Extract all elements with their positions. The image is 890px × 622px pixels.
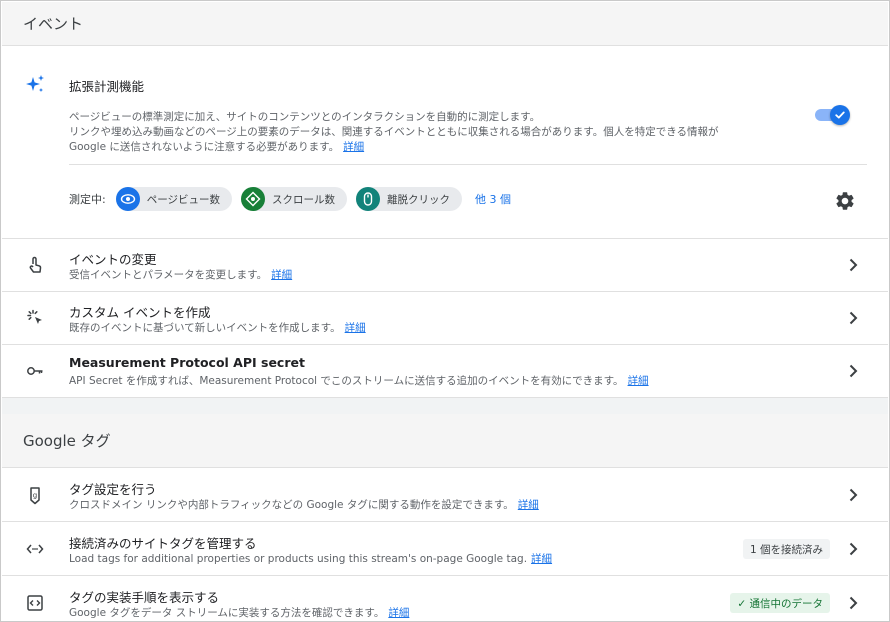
row-desc-text: 受信イベントとパラメータを変更します。 bbox=[69, 269, 268, 281]
chevron-right-icon bbox=[846, 488, 860, 502]
code-icon bbox=[24, 538, 46, 560]
chip-label: ページビュー数 bbox=[146, 193, 221, 206]
learn-more-link[interactable]: 詳細 bbox=[531, 553, 552, 565]
learn-more-link[interactable]: 詳細 bbox=[345, 322, 366, 334]
row-desc-text: API Secret を作成すれば、Measurement Protocol で… bbox=[69, 375, 624, 387]
tag-icon: g bbox=[24, 484, 46, 506]
chip-label: 離脱クリック bbox=[387, 193, 451, 206]
enhanced-learn-more-link[interactable]: 詳細 bbox=[343, 141, 364, 153]
check-icon bbox=[835, 111, 845, 119]
measuring-chips: 測定中: ページビュー数 スクロール数 離脱クリック 他 3 個 bbox=[69, 187, 511, 211]
sparkle-click-icon bbox=[24, 307, 46, 329]
events-section-header: イベント bbox=[2, 2, 888, 46]
row-title: イベントの変更 bbox=[69, 252, 157, 267]
row-desc-text: 既存のイベントに基づいて新しいイベントを作成します。 bbox=[69, 322, 341, 334]
gear-icon[interactable] bbox=[834, 190, 856, 212]
google-tag-section-header: Google タグ bbox=[2, 414, 888, 468]
chip-label: スクロール数 bbox=[272, 193, 336, 206]
row-title: タグ設定を行う bbox=[69, 482, 157, 497]
learn-more-link[interactable]: 詳細 bbox=[388, 607, 409, 619]
chip-outbound-clicks[interactable]: 離脱クリック bbox=[356, 187, 463, 211]
row-title: Measurement Protocol API secret bbox=[69, 355, 305, 370]
crosshair-icon bbox=[241, 187, 266, 211]
row-title: カスタム イベントを作成 bbox=[69, 305, 211, 320]
google-tag-section-title: Google タグ bbox=[23, 432, 111, 450]
chevron-right-icon bbox=[846, 258, 860, 272]
enhanced-desc-line1: ページビューの標準測定に加え、サイトのコンテンツとのインタラクションを自動的に測… bbox=[69, 111, 541, 123]
connected-count-badge: 1 個を接続済み bbox=[742, 539, 830, 559]
row-view-tag-instructions[interactable]: タグの実装手順を表示する Google タグをデータ ストリームに実装する方法を… bbox=[2, 576, 888, 621]
svg-text:g: g bbox=[33, 492, 37, 500]
sparkle-icon bbox=[24, 74, 46, 96]
chevron-right-icon bbox=[846, 364, 860, 378]
row-desc-text: Load tags for additional properties or p… bbox=[69, 553, 528, 565]
data-flowing-badge: ✓ 通信中のデータ bbox=[730, 593, 830, 613]
eye-icon bbox=[115, 187, 140, 211]
enhanced-measurement-title: 拡張計測機能 bbox=[69, 79, 145, 94]
chip-page-views[interactable]: ページビュー数 bbox=[115, 187, 233, 211]
row-desc: API Secret を作成すれば、Measurement Protocol で… bbox=[69, 373, 649, 388]
settings-panel: イベント 拡張計測機能 ページビューの標準測定に加え、サイトのコンテンツとのイン… bbox=[0, 0, 890, 622]
row-desc-text: クロスドメイン リンクや内部トラフィックなどの Google タグに関する動作を… bbox=[69, 499, 514, 511]
toggle-knob bbox=[830, 105, 850, 125]
row-desc: 既存のイベントに基づいて新しいイベントを作成します。 詳細 bbox=[69, 320, 366, 335]
row-measurement-protocol-secret[interactable]: Measurement Protocol API secret API Secr… bbox=[2, 345, 888, 398]
row-title: タグの実装手順を表示する bbox=[69, 590, 220, 605]
row-title: 接続済みのサイトタグを管理する bbox=[69, 536, 257, 551]
row-configure-tag-settings[interactable]: g タグ設定を行う クロスドメイン リンクや内部トラフィックなどの Google… bbox=[2, 468, 888, 522]
enhanced-desc-line3-text: Google に送信されないように注意する必要があります。 bbox=[69, 141, 340, 153]
row-desc-text: Google タグをデータ ストリームに実装する方法を確認できます。 bbox=[69, 607, 385, 619]
learn-more-link[interactable]: 詳細 bbox=[271, 269, 292, 281]
more-measurements-link[interactable]: 他 3 個 bbox=[475, 191, 511, 207]
chevron-right-icon bbox=[846, 311, 860, 325]
row-desc: Load tags for additional properties or p… bbox=[69, 551, 552, 566]
divider bbox=[69, 164, 867, 165]
measuring-label: 測定中: bbox=[69, 193, 106, 206]
enhanced-desc-line3: Google に送信されないように注意する必要があります。 詳細 bbox=[69, 139, 364, 154]
enhanced-measurement-card: 拡張計測機能 ページビューの標準測定に加え、サイトのコンテンツとのインタラクショ… bbox=[2, 46, 888, 239]
row-manage-connected-site-tags[interactable]: 接続済みのサイトタグを管理する Load tags for additional… bbox=[2, 522, 888, 576]
row-modify-events[interactable]: イベントの変更 受信イベントとパラメータを変更します。 詳細 bbox=[2, 239, 888, 292]
mouse-icon bbox=[356, 187, 381, 211]
learn-more-link[interactable]: 詳細 bbox=[518, 499, 539, 511]
row-desc: クロスドメイン リンクや内部トラフィックなどの Google タグに関する動作を… bbox=[69, 497, 539, 512]
enhanced-desc-line2: リンクや埋め込み動画などのページ上の要素のデータは、関連するイベントとともに収集… bbox=[69, 126, 719, 138]
row-create-custom-event[interactable]: カスタム イベントを作成 既存のイベントに基づいて新しいイベントを作成します。詳… bbox=[2, 292, 888, 345]
enhanced-measurement-toggle[interactable] bbox=[815, 104, 851, 126]
key-icon bbox=[24, 360, 46, 382]
events-section-title: イベント bbox=[23, 15, 84, 33]
chip-scrolls[interactable]: スクロール数 bbox=[241, 187, 348, 211]
row-desc: 受信イベントとパラメータを変更します。 詳細 bbox=[69, 267, 292, 282]
touch-icon bbox=[24, 254, 46, 276]
learn-more-link[interactable]: 詳細 bbox=[628, 375, 649, 387]
chevron-right-icon bbox=[846, 596, 860, 610]
section-gap bbox=[2, 398, 888, 414]
chevron-right-icon bbox=[846, 542, 860, 556]
row-desc: Google タグをデータ ストリームに実装する方法を確認できます。 詳細 bbox=[69, 605, 409, 620]
tag-code-icon bbox=[24, 592, 46, 614]
